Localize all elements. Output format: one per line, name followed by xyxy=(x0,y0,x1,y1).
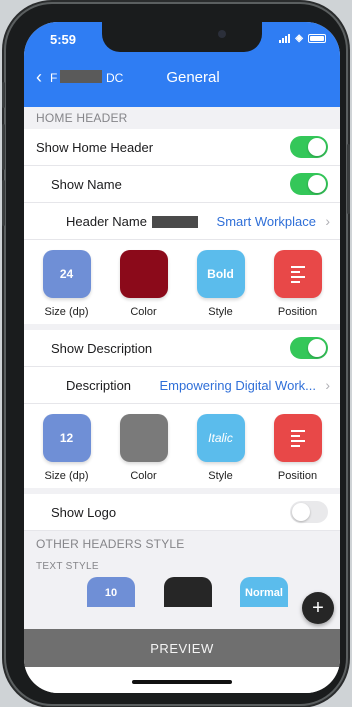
power-button xyxy=(347,144,350,214)
text-style-header: TEXT STYLE xyxy=(24,557,340,577)
name-color-swatch[interactable] xyxy=(119,250,168,298)
navigation-bar: 5:59 ◈ ‹ F DC General xyxy=(24,22,340,107)
page-title: General xyxy=(166,69,220,86)
show-description-label: Show Description xyxy=(51,340,153,356)
app-screen: 5:59 ◈ ‹ F DC General HOME HEADER Show H… xyxy=(24,22,340,693)
text-size-tile[interactable]: 10 xyxy=(87,577,135,607)
wifi-icon: ◈ xyxy=(295,33,303,44)
name-size-caption: Size (dp) xyxy=(44,306,89,318)
add-button[interactable]: + xyxy=(302,592,334,624)
name-size-tile[interactable]: 24 Size (dp) xyxy=(32,250,102,318)
redacted-block xyxy=(151,216,198,229)
desc-style-caption: Style xyxy=(208,470,233,482)
status-time: 5:59 xyxy=(50,32,77,47)
desc-color-caption: Color xyxy=(130,470,157,482)
show-home-header-toggle[interactable] xyxy=(290,136,328,158)
show-name-label: Show Name xyxy=(51,176,122,192)
show-description-row: Show Description xyxy=(24,330,340,367)
settings-list: HOME HEADER Show Home Header Show Name H… xyxy=(24,107,340,607)
align-left-icon[interactable] xyxy=(273,250,322,298)
align-left-icon[interactable] xyxy=(273,414,322,462)
home-indicator xyxy=(132,680,232,684)
status-icons: ◈ xyxy=(279,33,326,44)
show-home-header-label: Show Home Header xyxy=(36,139,154,155)
description-label: Description xyxy=(66,377,132,393)
name-size-box[interactable]: 24 xyxy=(42,250,91,298)
text-color-tile[interactable] xyxy=(164,577,212,607)
show-name-row: Show Name xyxy=(24,166,340,203)
silent-switch xyxy=(2,82,5,108)
camera-icon xyxy=(218,30,226,38)
name-style-caption: Style xyxy=(208,306,233,318)
notch xyxy=(102,22,262,52)
text-style-tile[interactable]: Normal xyxy=(240,577,288,607)
name-position-tile[interactable]: Position xyxy=(263,250,333,318)
show-description-toggle[interactable] xyxy=(290,337,328,359)
name-style-tiles: 24 Size (dp) Color Bold Style Position xyxy=(24,240,340,330)
description-row[interactable]: Description Empowering Digital Work... › xyxy=(24,367,340,404)
name-color-tile[interactable]: Color xyxy=(109,250,179,318)
header-name-row[interactable]: Header Name Smart Workplace › xyxy=(24,203,340,240)
battery-icon xyxy=(308,34,326,43)
desc-color-tile[interactable]: Color xyxy=(109,414,179,482)
name-style-box[interactable]: Bold xyxy=(196,250,245,298)
desc-color-swatch[interactable] xyxy=(119,414,168,462)
desc-position-caption: Position xyxy=(277,470,318,482)
preview-button[interactable]: PREVIEW xyxy=(24,629,340,667)
signal-icon xyxy=(279,34,291,43)
desc-size-box[interactable]: 12 xyxy=(42,414,91,462)
chevron-right-icon: › xyxy=(325,213,330,229)
description-value: Empowering Digital Work... xyxy=(159,377,316,393)
desc-style-box[interactable]: Italic xyxy=(196,414,245,462)
desc-style-tile[interactable]: Italic Style xyxy=(186,414,256,482)
show-logo-toggle[interactable] xyxy=(290,501,328,523)
phone-frame: 5:59 ◈ ‹ F DC General HOME HEADER Show H… xyxy=(2,4,350,704)
description-style-tiles: 12 Size (dp) Color Italic Style Position xyxy=(24,404,340,494)
header-name-value: Smart Workplace xyxy=(216,213,316,229)
volume-down-button xyxy=(2,180,5,226)
show-name-toggle[interactable] xyxy=(290,173,328,195)
home-indicator-area xyxy=(24,667,340,693)
show-home-header-row: Show Home Header xyxy=(24,129,340,166)
chevron-right-icon: › xyxy=(325,377,330,393)
name-position-caption: Position xyxy=(277,306,318,318)
name-style-tile[interactable]: Bold Style xyxy=(186,250,256,318)
name-color-caption: Color xyxy=(130,306,157,318)
show-logo-row: Show Logo xyxy=(24,494,340,531)
text-style-tiles: 10 Normal xyxy=(24,577,340,607)
desc-size-tile[interactable]: 12 Size (dp) xyxy=(32,414,102,482)
header-name-label: Header Name xyxy=(24,214,198,229)
desc-size-caption: Size (dp) xyxy=(44,470,89,482)
show-logo-label: Show Logo xyxy=(51,504,117,520)
volume-up-button xyxy=(2,124,5,170)
section-header-other: OTHER HEADERS STYLE xyxy=(24,531,340,557)
desc-position-tile[interactable]: Position xyxy=(263,414,333,482)
section-header-home: HOME HEADER xyxy=(24,107,340,129)
